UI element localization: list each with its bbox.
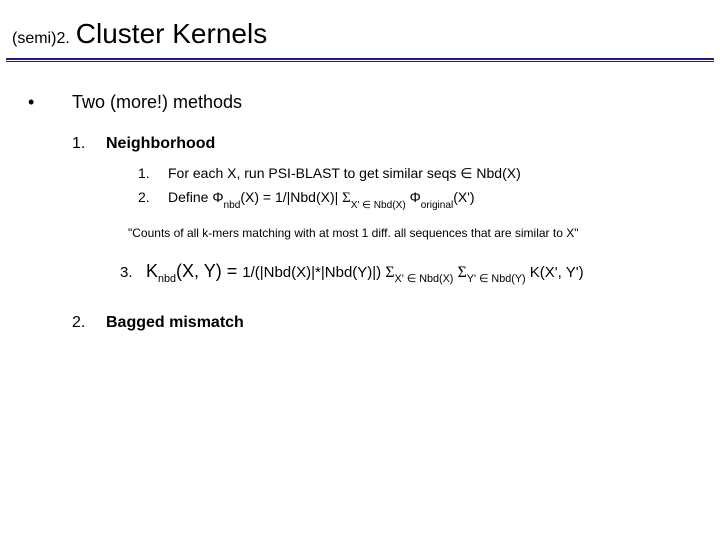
title-prefix: (semi)2.	[12, 30, 70, 48]
method-1-step-3: 3. Knbd(X, Y) = 1/(|Nbd(X)|*|Nbd(Y)|) ΣX…	[120, 258, 692, 287]
method-1-label: Neighborhood	[106, 135, 215, 153]
sigma-icon: Σ	[342, 190, 351, 206]
sigma-icon: Σ	[385, 264, 394, 281]
sub: nbd	[158, 273, 176, 285]
t: Define Φ	[168, 189, 224, 205]
body: • Two (more!) methods 1. Neighborhood 1.…	[0, 62, 720, 332]
step-formula: Define Φnbd(X) = 1/|Nbd(X)| ΣX' ∈ Nbd(X)…	[168, 187, 475, 211]
method-1: 1. Neighborhood	[72, 135, 692, 153]
sub: nbd	[224, 200, 241, 211]
slide: (semi)2. Cluster Kernels • Two (more!) m…	[0, 0, 720, 540]
lvl1-text: Two (more!) methods	[72, 92, 242, 113]
lvl1-item: • Two (more!) methods	[28, 92, 692, 113]
t: 1/(|Nbd(X)|*|Nbd(Y)|)	[242, 264, 385, 281]
sub: Y' ∈ Nbd(Y)	[467, 273, 526, 285]
bullet-icon: •	[28, 92, 72, 113]
t: (X')	[453, 189, 474, 205]
method-2-num: 2.	[72, 314, 106, 332]
sigma-icon: Σ	[458, 264, 467, 281]
method-2: 2. Bagged mismatch	[72, 314, 692, 332]
step-formula: Knbd(X, Y) = 1/(|Nbd(X)|*|Nbd(Y)|) ΣX' ∈…	[146, 258, 584, 287]
t: (X) = 1/|Nbd(X)|	[240, 189, 342, 205]
t: (X, Y) =	[176, 261, 242, 281]
method-1-step-2: 2. Define Φnbd(X) = 1/|Nbd(X)| ΣX' ∈ Nbd…	[138, 187, 692, 211]
step-num: 1.	[138, 163, 168, 183]
t: K	[146, 261, 158, 281]
title-row: (semi)2. Cluster Kernels	[0, 0, 720, 56]
method-2-label: Bagged mismatch	[106, 314, 244, 332]
sub: X' ∈ Nbd(X)	[395, 273, 454, 285]
step-num: 3.	[120, 262, 146, 284]
method-1-step-1: 1. For each X, run PSI-BLAST to get simi…	[138, 163, 692, 183]
sub: original	[421, 200, 454, 211]
method-1-num: 1.	[72, 135, 106, 153]
t: K(X', Y')	[526, 264, 584, 281]
step-num: 2.	[138, 187, 168, 207]
sub: X' ∈ Nbd(X)	[351, 200, 406, 211]
title-rule	[6, 58, 714, 60]
step-text: For each X, run PSI-BLAST to get similar…	[168, 163, 521, 183]
t: Φ	[406, 189, 421, 205]
quote-text: "Counts of all k-mers matching with at m…	[128, 226, 692, 240]
title-main: Cluster Kernels	[76, 18, 267, 50]
